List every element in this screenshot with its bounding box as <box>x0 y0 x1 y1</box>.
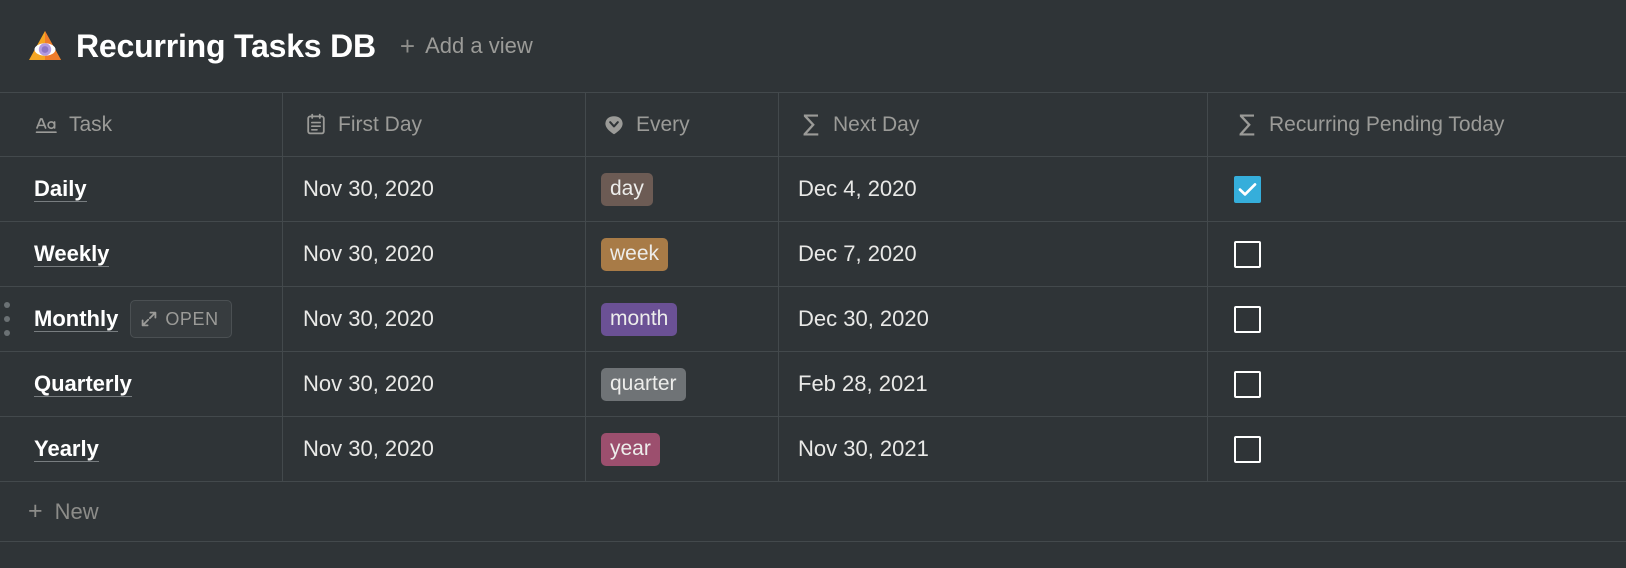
formula-sigma-icon: ∑ <box>798 112 824 138</box>
cell-task[interactable]: Quarterly <box>0 352 283 416</box>
plus-icon: + <box>400 33 415 59</box>
cell-recurring-pending-today[interactable] <box>1208 222 1626 286</box>
column-header-recurring-pending-today[interactable]: ∑ Recurring Pending Today <box>1208 93 1626 156</box>
column-header-first-day[interactable]: First Day <box>283 93 586 156</box>
column-header-next-day[interactable]: ∑ Next Day <box>779 93 1208 156</box>
column-header-label: Recurring Pending Today <box>1269 113 1504 137</box>
every-tag: year <box>601 433 660 466</box>
pending-checkbox[interactable] <box>1234 436 1261 463</box>
cell-first-day[interactable]: Nov 30, 2020 <box>283 417 586 481</box>
table-row[interactable]: Monthly OPEN Nov 30, 2020 month Dec 30, 2020 <box>0 287 1626 352</box>
cell-next-day[interactable]: Nov 30, 2021 <box>779 417 1208 481</box>
page-title: Recurring Tasks DB <box>76 28 376 65</box>
first-day-value: Nov 30, 2020 <box>303 436 434 462</box>
cell-next-day[interactable]: Feb 28, 2021 <box>779 352 1208 416</box>
cell-recurring-pending-today[interactable] <box>1208 352 1626 416</box>
sigma-glyph: ∑ <box>803 113 819 136</box>
table-row[interactable]: Quarterly Nov 30, 2020 quarter Feb 28, 2021 <box>0 352 1626 417</box>
open-button-label: OPEN <box>165 309 218 330</box>
plus-icon: + <box>28 499 43 524</box>
cell-every[interactable]: year <box>586 417 779 481</box>
pending-checkbox[interactable] <box>1234 371 1261 398</box>
task-name: Quarterly <box>34 371 132 398</box>
column-header-every[interactable]: Every <box>586 93 779 156</box>
column-header-task[interactable]: Task <box>0 93 283 156</box>
text-aa-icon <box>34 112 60 138</box>
every-tag: week <box>601 238 668 271</box>
database-table: Task First Day <box>0 92 1626 542</box>
add-view-label: Add a view <box>425 33 533 59</box>
task-name: Weekly <box>34 241 109 268</box>
every-tag: month <box>601 303 677 336</box>
cell-every[interactable]: week <box>586 222 779 286</box>
pending-checkbox[interactable] <box>1234 306 1261 333</box>
every-tag: day <box>601 173 653 206</box>
task-name: Yearly <box>34 436 99 463</box>
table-body: Daily Nov 30, 2020 day Dec 4, 2020 Weekly Nov… <box>0 157 1626 482</box>
next-day-value: Dec 30, 2020 <box>798 306 929 332</box>
first-day-value: Nov 30, 2020 <box>303 306 434 332</box>
page-header: Recurring Tasks DB + Add a view <box>0 0 1626 92</box>
pyramid-eye-icon <box>26 27 64 65</box>
table-row[interactable]: Weekly Nov 30, 2020 week Dec 7, 2020 <box>0 222 1626 287</box>
cell-first-day[interactable]: Nov 30, 2020 <box>283 157 586 221</box>
cell-first-day[interactable]: Nov 30, 2020 <box>283 222 586 286</box>
new-row-label: New <box>55 499 99 525</box>
expand-arrows-icon <box>140 310 158 328</box>
calendar-icon <box>303 112 329 138</box>
cell-recurring-pending-today[interactable] <box>1208 287 1626 351</box>
cell-task[interactable]: Weekly <box>0 222 283 286</box>
select-chevron-icon <box>601 112 627 138</box>
cell-recurring-pending-today[interactable] <box>1208 417 1626 481</box>
task-name: Monthly <box>34 306 118 333</box>
column-header-label: Next Day <box>833 113 919 137</box>
cell-every[interactable]: day <box>586 157 779 221</box>
table-header-row: Task First Day <box>0 93 1626 157</box>
cell-task[interactable]: Yearly <box>0 417 283 481</box>
pending-checkbox[interactable] <box>1234 176 1261 203</box>
cell-every[interactable]: quarter <box>586 352 779 416</box>
cell-first-day[interactable]: Nov 30, 2020 <box>283 287 586 351</box>
new-row-button[interactable]: + New <box>0 482 1626 542</box>
sigma-glyph: ∑ <box>1239 113 1255 136</box>
next-day-value: Feb 28, 2021 <box>798 371 928 397</box>
formula-sigma-icon: ∑ <box>1234 112 1260 138</box>
column-header-label: Task <box>69 113 112 137</box>
cell-every[interactable]: month <box>586 287 779 351</box>
first-day-value: Nov 30, 2020 <box>303 241 434 267</box>
cell-first-day[interactable]: Nov 30, 2020 <box>283 352 586 416</box>
column-header-label: Every <box>636 113 690 137</box>
cell-task[interactable]: Daily <box>0 157 283 221</box>
open-page-button[interactable]: OPEN <box>130 300 231 338</box>
cell-next-day[interactable]: Dec 30, 2020 <box>779 287 1208 351</box>
table-row[interactable]: Yearly Nov 30, 2020 year Nov 30, 2021 <box>0 417 1626 482</box>
next-day-value: Dec 4, 2020 <box>798 176 917 202</box>
add-view-button[interactable]: + Add a view <box>400 33 533 59</box>
pending-checkbox[interactable] <box>1234 241 1261 268</box>
task-name: Daily <box>34 176 87 203</box>
first-day-value: Nov 30, 2020 <box>303 371 434 397</box>
table-row[interactable]: Daily Nov 30, 2020 day Dec 4, 2020 <box>0 157 1626 222</box>
column-header-label: First Day <box>338 113 422 137</box>
cell-task[interactable]: Monthly OPEN <box>0 287 283 351</box>
cell-next-day[interactable]: Dec 7, 2020 <box>779 222 1208 286</box>
cell-recurring-pending-today[interactable] <box>1208 157 1626 221</box>
every-tag: quarter <box>601 368 686 401</box>
next-day-value: Dec 7, 2020 <box>798 241 917 267</box>
cell-next-day[interactable]: Dec 4, 2020 <box>779 157 1208 221</box>
next-day-value: Nov 30, 2021 <box>798 436 929 462</box>
first-day-value: Nov 30, 2020 <box>303 176 434 202</box>
